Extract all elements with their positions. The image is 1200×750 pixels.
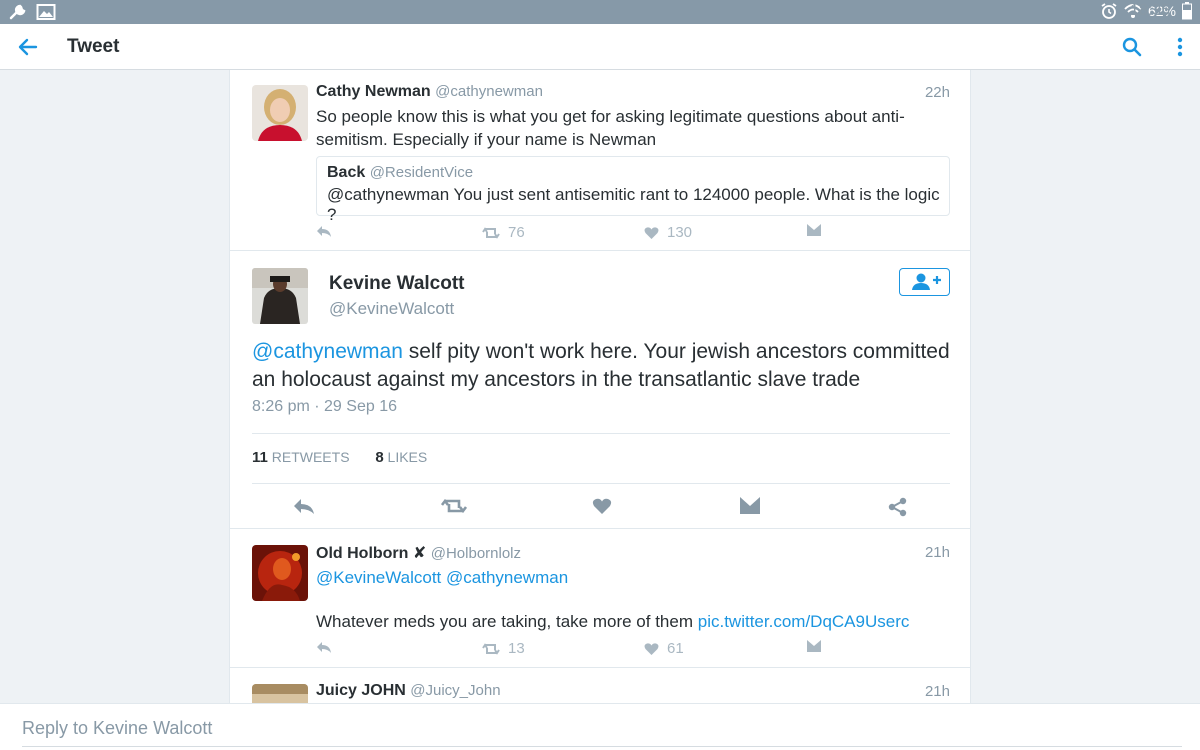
dm-button[interactable] [807,224,821,236]
author-name[interactable]: Juicy JOHN [316,682,406,699]
conversation-feed[interactable]: Cathy Newman @cathynewman 22h So people … [229,70,971,703]
retweet-count: 13 [508,640,525,657]
quoted-tweet[interactable]: Back @ResidentVice @cathynewman You just… [316,156,950,224]
like-button[interactable]: 61 [644,640,684,657]
tweet-actions: 13 61 [316,640,876,660]
mention-links[interactable]: @KevineWalcott @cathynewman [316,566,568,589]
focused-tweet: Kevine Walcott @KevineWalcott @cathynewm… [230,251,970,529]
alarm-icon [1101,3,1117,19]
mention-link[interactable]: @cathynewman [252,340,403,363]
more-vertical-icon[interactable] [1168,35,1192,59]
avatar[interactable] [252,268,308,324]
retweets-stat[interactable]: 11 RETWEETS [252,449,350,466]
reply-button[interactable] [316,640,332,654]
clock: 18:35 [1129,2,1170,19]
author-handle[interactable]: @KevineWalcott [329,299,454,319]
retweet-count: 76 [508,224,525,241]
author-name[interactable]: Cathy Newman [316,83,431,100]
share-icon[interactable] [888,497,908,517]
reply-button[interactable] [316,224,332,238]
tweet-text: Whatever meds you are taking, take more … [316,610,956,633]
tweet-actions [230,494,970,524]
tweet-juicy-john[interactable]: Juicy JOHN @Juicy_John 21h [230,668,970,703]
image-icon [36,4,56,20]
search-icon[interactable] [1120,35,1144,59]
retweet-icon [482,226,500,239]
reply-composer[interactable]: Reply to Kevine Walcott [0,703,1200,750]
quoted-author-handle: @ResidentVice [369,164,474,181]
retweet-icon [482,642,500,655]
heart-icon [644,642,659,655]
back-arrow-icon[interactable] [16,35,40,59]
tweet-text: @cathynewman self pity won't work here. … [252,338,952,394]
author-name[interactable]: Old Holborn [316,545,408,562]
tweet-time: 21h [924,683,950,700]
battery-icon [1182,2,1192,20]
tweet-text: So people know this is what you get for … [316,107,905,149]
divider [252,433,950,434]
like-button[interactable]: 130 [644,224,692,241]
avatar[interactable] [252,684,308,703]
envelope-icon [807,224,821,236]
tweet-time: 22h [924,84,950,101]
author-name[interactable]: Kevine Walcott [329,273,465,295]
retweet-button[interactable]: 76 [482,224,525,241]
author-handle[interactable]: @Juicy_John [410,682,500,699]
avatar[interactable] [252,545,308,601]
like-count: 61 [667,640,684,657]
author-handle[interactable]: @cathynewman [435,83,543,100]
tweet-body: Whatever meds you are taking, take more … [316,612,694,631]
tweet-old-holborn[interactable]: Old Holborn ✘ @Holbornlolz 21h @KevineWa… [230,529,970,668]
retweet-icon[interactable] [441,497,467,515]
tweet-time: 21h [924,544,950,561]
app-bar: Tweet [0,24,1200,70]
reply-input[interactable]: Reply to Kevine Walcott [22,718,212,739]
heart-icon[interactable] [592,497,612,515]
quoted-author-name: Back [327,164,366,181]
like-count: 130 [667,224,693,241]
envelope-icon [807,640,821,652]
media-link[interactable]: pic.twitter.com/DqCA9Userc [698,612,910,631]
engagement-counts: 11 RETWEETS 8 LIKES [252,449,427,466]
status-bar: 62% 18:35 [0,0,1200,24]
reply-icon [317,226,331,237]
page-title: Tweet [67,36,120,57]
quoted-text: @cathynewman You just sent antisemitic r… [327,185,940,224]
follow-button[interactable] [899,268,950,296]
dm-button[interactable] [807,640,821,652]
add-user-icon [912,273,941,290]
reply-icon[interactable] [293,497,315,515]
likes-stat[interactable]: 8 LIKES [375,449,427,466]
envelope-icon[interactable] [740,497,760,514]
avatar[interactable] [252,85,308,141]
tweet-cathy-newman[interactable]: Cathy Newman @cathynewman 22h So people … [230,70,970,251]
reply-icon [317,642,331,653]
retweet-button[interactable]: 13 [482,640,525,657]
tweet-timestamp: 8:26 pm · 29 Sep 16 [252,398,397,415]
heart-icon [644,226,659,239]
input-underline [22,746,1182,747]
tweet-actions: 76 130 [316,224,876,244]
wrench-icon [9,4,26,20]
divider [252,483,950,484]
badge-icon: ✘ [412,545,427,562]
author-handle[interactable]: @Holbornlolz [431,545,521,562]
